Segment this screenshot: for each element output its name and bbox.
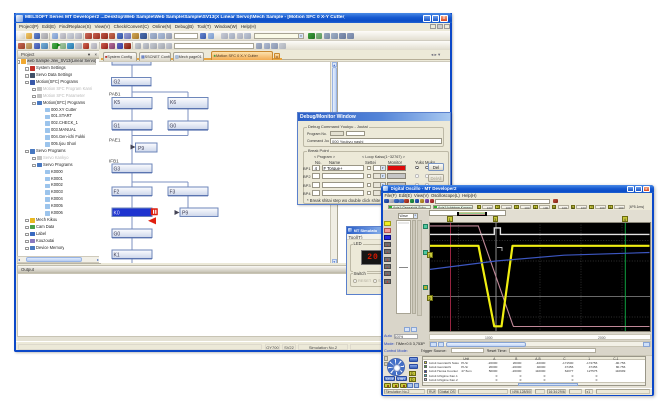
svg-text:IFB1: IFB1 [109, 158, 119, 163]
svg-text:G0: G0 [114, 231, 121, 237]
svg-text:K0: K0 [114, 210, 120, 216]
svg-text:PAB1: PAB1 [109, 91, 121, 96]
svg-text:F2: F2 [114, 189, 120, 195]
svg-text:P9: P9 [182, 210, 188, 216]
svg-text:K6: K6 [170, 100, 176, 106]
svg-text:G1: G1 [114, 123, 121, 129]
svg-text:G0: G0 [170, 123, 177, 129]
svg-text:K1: K1 [114, 252, 120, 258]
svg-text:PAE1: PAE1 [109, 137, 121, 142]
svg-text:F3: F3 [170, 189, 176, 195]
svg-text:P9: P9 [138, 146, 144, 152]
svg-text:G3: G3 [114, 166, 121, 172]
svg-text:G2: G2 [114, 79, 121, 85]
svg-text:K5: K5 [114, 100, 120, 106]
